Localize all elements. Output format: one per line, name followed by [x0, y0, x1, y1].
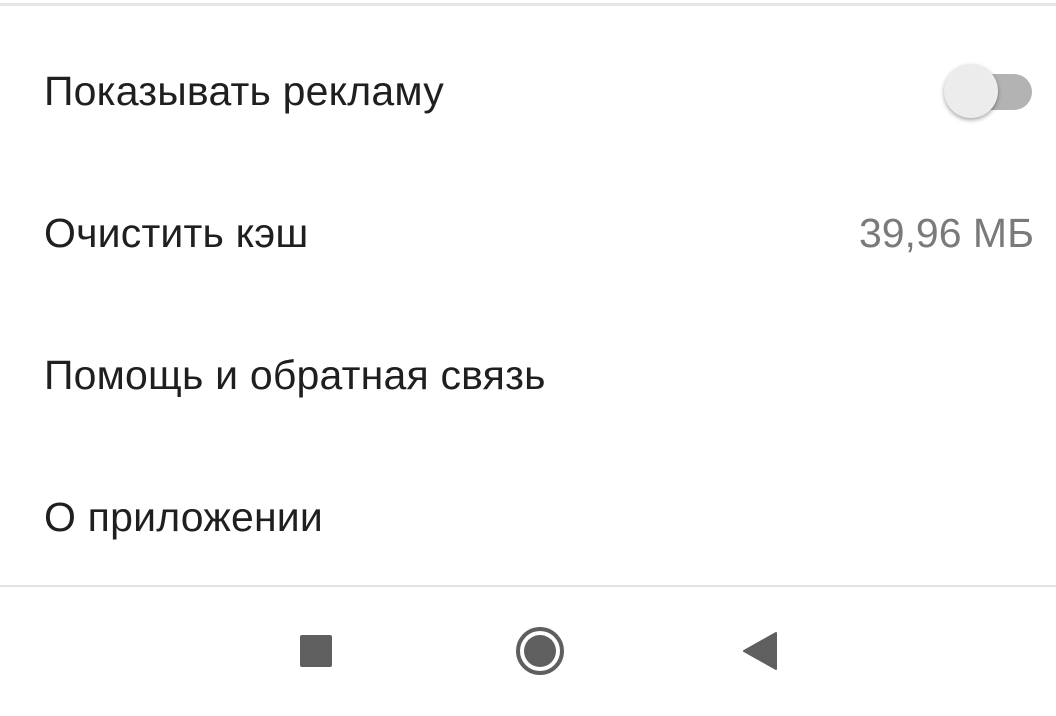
- show-ads-toggle[interactable]: [944, 61, 1036, 121]
- show-ads-label: Показывать рекламу: [44, 67, 444, 114]
- top-divider: [0, 3, 1056, 6]
- home-circle-icon: [516, 627, 564, 675]
- settings-row-help-feedback[interactable]: Помощь и обратная связь: [0, 304, 1056, 446]
- recents-square-icon: [300, 635, 332, 667]
- back-triangle-icon: [743, 632, 777, 670]
- cache-size-value: 39,96 МБ: [858, 209, 1034, 256]
- settings-row-show-ads[interactable]: Показывать рекламу: [0, 20, 1056, 162]
- about-app-label: О приложении: [44, 493, 323, 540]
- recents-button[interactable]: [286, 621, 346, 681]
- toggle-thumb: [944, 64, 998, 118]
- clear-cache-label: Очистить кэш: [44, 209, 309, 256]
- settings-row-about-app[interactable]: О приложении: [0, 446, 1056, 588]
- settings-row-clear-cache[interactable]: Очистить кэш 39,96 МБ: [0, 162, 1056, 304]
- system-navigation-bar: [0, 587, 1056, 716]
- home-button[interactable]: [510, 621, 570, 681]
- back-button[interactable]: [730, 621, 790, 681]
- help-feedback-label: Помощь и обратная связь: [44, 351, 546, 398]
- settings-screen: Показывать рекламу Очистить кэш 39,96 МБ…: [0, 0, 1056, 716]
